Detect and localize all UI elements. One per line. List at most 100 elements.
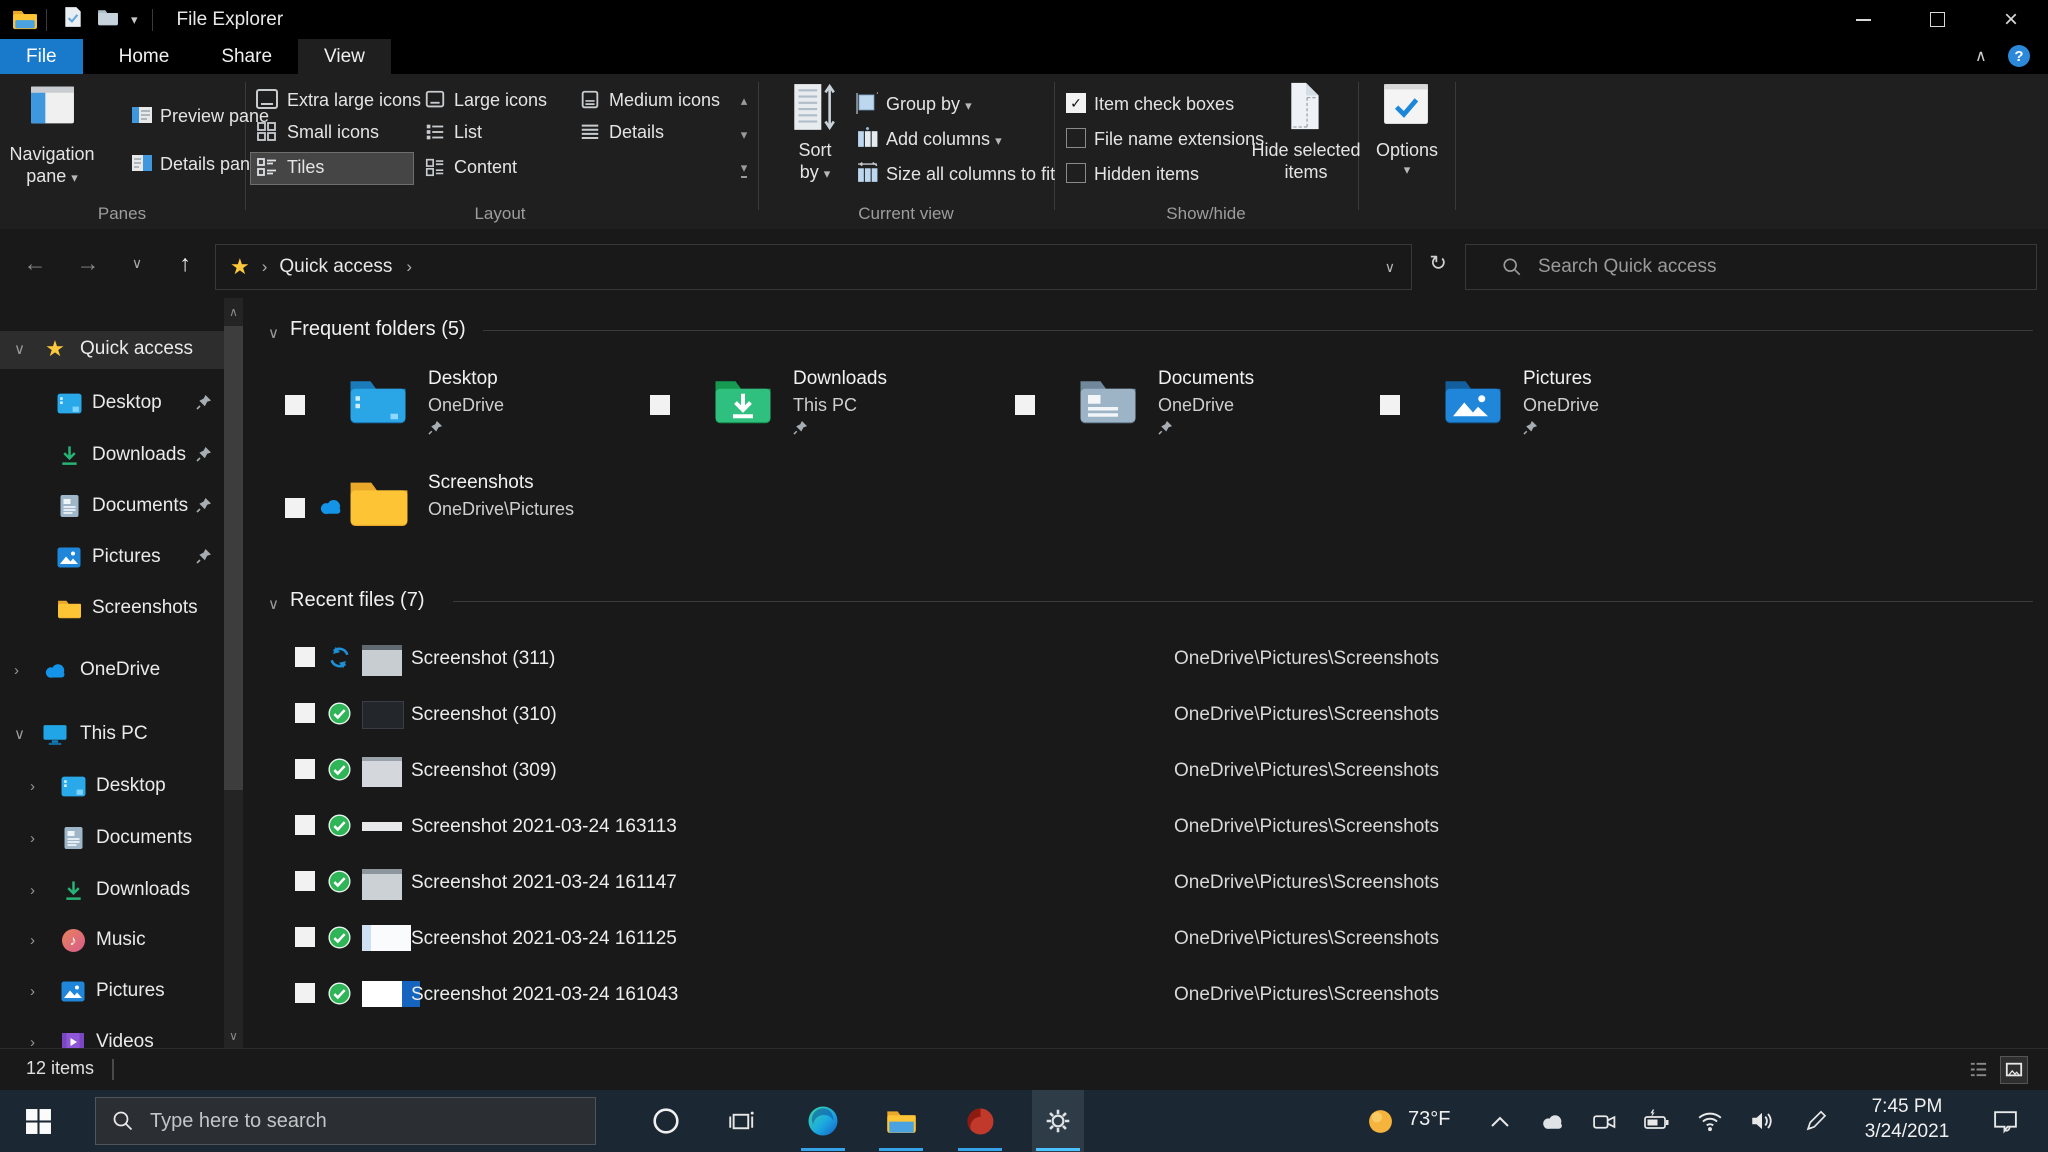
item-checkbox[interactable] [285, 498, 305, 518]
action-center-icon[interactable] [1980, 1090, 2030, 1152]
layout-scroll-down-icon[interactable]: ▾ [731, 122, 757, 148]
recent-file-row[interactable]: Screenshot (309) OneDrive\Pictures\Scree… [0, 755, 2048, 787]
hide-selected-label2[interactable]: items [1240, 162, 1372, 183]
qat-customize-dropdown[interactable]: ▾ [131, 12, 138, 28]
recent-file-row[interactable]: Screenshot 2021-03-24 161043 OneDrive\Pi… [0, 979, 2048, 1011]
task-view-icon[interactable] [713, 1090, 769, 1152]
file-explorer-taskbar-icon[interactable] [873, 1090, 929, 1152]
recent-file-row[interactable]: Screenshot 2021-03-24 163113 OneDrive\Pi… [0, 811, 2048, 843]
folder-tile-documents[interactable]: Documents OneDrive [1015, 368, 1367, 448]
sidebar-item-pictures[interactable]: Pictures [0, 542, 224, 572]
options-label[interactable]: Options [1370, 140, 1444, 161]
options-dropdown-icon[interactable]: ▾ [1370, 162, 1444, 178]
item-check-boxes-checkbox[interactable]: ✓ [1066, 93, 1086, 113]
meet-now-camera-icon[interactable] [1582, 1090, 1626, 1152]
navigation-pane-label2[interactable]: pane ▾ [0, 166, 104, 187]
layout-extra-large-icons[interactable]: Extra large icons [255, 86, 421, 114]
details-pane-label[interactable]: Details pane [160, 154, 260, 175]
chevron-expanded-icon[interactable]: ∨ [14, 340, 25, 358]
layout-tiles[interactable]: Tiles [255, 153, 324, 181]
folder-tile-desktop[interactable]: Desktop OneDrive [285, 368, 637, 448]
taskbar-search-box[interactable]: Type here to search [95, 1097, 596, 1145]
sort-by-button[interactable] [790, 82, 836, 139]
sidebar-item-screenshots[interactable]: Screenshots [0, 593, 224, 623]
layout-large-icons[interactable]: Large icons [424, 86, 547, 114]
folder-tile-screenshots[interactable]: Screenshots OneDrive\Pictures [285, 472, 637, 552]
size-columns-button[interactable] [856, 162, 879, 190]
close-button[interactable]: × [1974, 0, 2048, 39]
layout-medium-icons[interactable]: Medium icons [579, 86, 720, 114]
tab-view[interactable]: View [298, 39, 391, 74]
minimize-button[interactable] [1826, 0, 1900, 39]
thumbnail-view-toggle-icon[interactable] [2000, 1056, 2028, 1084]
folder-tile-downloads[interactable]: Downloads This PC [650, 368, 1002, 448]
add-columns-label[interactable]: Add columns ▾ [886, 129, 1002, 150]
start-button[interactable] [10, 1090, 66, 1152]
item-checkbox[interactable] [295, 647, 315, 667]
tab-file[interactable]: File [0, 39, 83, 74]
file-name-extensions-checkbox[interactable] [1066, 128, 1086, 148]
qat-properties-button[interactable] [63, 6, 83, 33]
item-checkbox[interactable] [295, 927, 315, 947]
preview-pane-label[interactable]: Preview pane [160, 106, 269, 127]
recent-file-row[interactable]: Screenshot (310) OneDrive\Pictures\Scree… [0, 699, 2048, 731]
settings-gear-icon[interactable] [1030, 1090, 1086, 1152]
item-checkbox[interactable] [650, 395, 670, 415]
search-box[interactable]: Search Quick access [1465, 244, 2037, 290]
hide-selected-label[interactable]: Hide selected [1240, 140, 1372, 161]
item-checkbox[interactable] [1015, 395, 1035, 415]
edge-icon[interactable] [795, 1090, 851, 1152]
layout-small-icons[interactable]: Small icons [255, 118, 379, 146]
collapse-ribbon-icon[interactable]: ∧ [1975, 46, 1987, 66]
recent-locations-dropdown-icon[interactable]: ∨ [117, 244, 157, 282]
up-button[interactable]: ↑ [165, 244, 205, 282]
item-checkbox[interactable] [295, 871, 315, 891]
tab-home[interactable]: Home [93, 39, 196, 74]
recent-file-row[interactable]: Screenshot 2021-03-24 161125 OneDrive\Pi… [0, 923, 2048, 955]
details-pane-button[interactable] [131, 152, 153, 179]
back-button[interactable]: ← [15, 244, 55, 282]
size-columns-label[interactable]: Size all columns to fit [886, 164, 1055, 185]
item-checkbox[interactable] [1380, 395, 1400, 415]
breadcrumb-chevron-icon[interactable]: › [262, 257, 268, 277]
forward-button[interactable]: → [68, 244, 108, 282]
app-icon-red[interactable] [952, 1090, 1008, 1152]
collapse-section-icon[interactable]: ∨ [268, 324, 279, 342]
battery-icon[interactable] [1634, 1090, 1678, 1152]
tray-expand-chevron-icon[interactable] [1478, 1090, 1522, 1152]
sidebar-item-quick-access[interactable]: ∨ ★ Quick access [0, 334, 224, 364]
options-button[interactable] [1382, 82, 1430, 131]
maximize-button[interactable] [1900, 0, 1974, 39]
hidden-items-checkbox[interactable] [1066, 163, 1086, 183]
layout-details[interactable]: Details [579, 118, 664, 146]
wifi-icon[interactable] [1688, 1090, 1732, 1152]
breadcrumb-location[interactable]: Quick access [279, 256, 392, 278]
weather-temperature[interactable]: 73°F [1408, 1108, 1450, 1131]
item-checkbox[interactable] [285, 395, 305, 415]
item-checkbox[interactable] [295, 983, 315, 1003]
layout-content[interactable]: Content [424, 153, 517, 181]
recent-file-row[interactable]: Screenshot 2021-03-24 161147 OneDrive\Pi… [0, 867, 2048, 899]
group-by-label[interactable]: Group by ▾ [886, 94, 972, 115]
help-icon[interactable]: ? [2008, 45, 2030, 67]
sidebar-item-documents[interactable]: Documents [0, 491, 224, 521]
cortana-icon[interactable] [638, 1090, 694, 1152]
hide-selected-items-button[interactable] [1285, 80, 1327, 137]
group-by-button[interactable] [856, 92, 879, 120]
folder-tile-pictures[interactable]: Pictures OneDrive [1380, 368, 1732, 448]
layout-scroll-up-icon[interactable]: ▴ [731, 88, 757, 114]
item-check-boxes-label[interactable]: Item check boxes [1094, 94, 1234, 115]
address-bar[interactable]: ★ › Quick access › ∨ [215, 244, 1412, 290]
collapse-section-icon[interactable]: ∨ [268, 595, 279, 613]
refresh-icon[interactable]: ↻ [1418, 244, 1458, 282]
weather-sun-icon[interactable] [1360, 1090, 1400, 1152]
tab-share[interactable]: Share [195, 39, 298, 74]
recent-file-row[interactable]: Screenshot (311) OneDrive\Pictures\Scree… [0, 643, 2048, 675]
address-dropdown-icon[interactable]: ∨ [1385, 259, 1395, 276]
navigation-pane-button[interactable] [29, 82, 76, 133]
sort-by-label[interactable]: Sort [770, 140, 860, 161]
scrollbar-up-icon[interactable]: ∧ [224, 300, 243, 324]
volume-icon[interactable] [1740, 1090, 1784, 1152]
file-name-extensions-label[interactable]: File name extensions [1094, 129, 1264, 150]
sidebar-item-desktop[interactable]: Desktop [0, 388, 224, 418]
